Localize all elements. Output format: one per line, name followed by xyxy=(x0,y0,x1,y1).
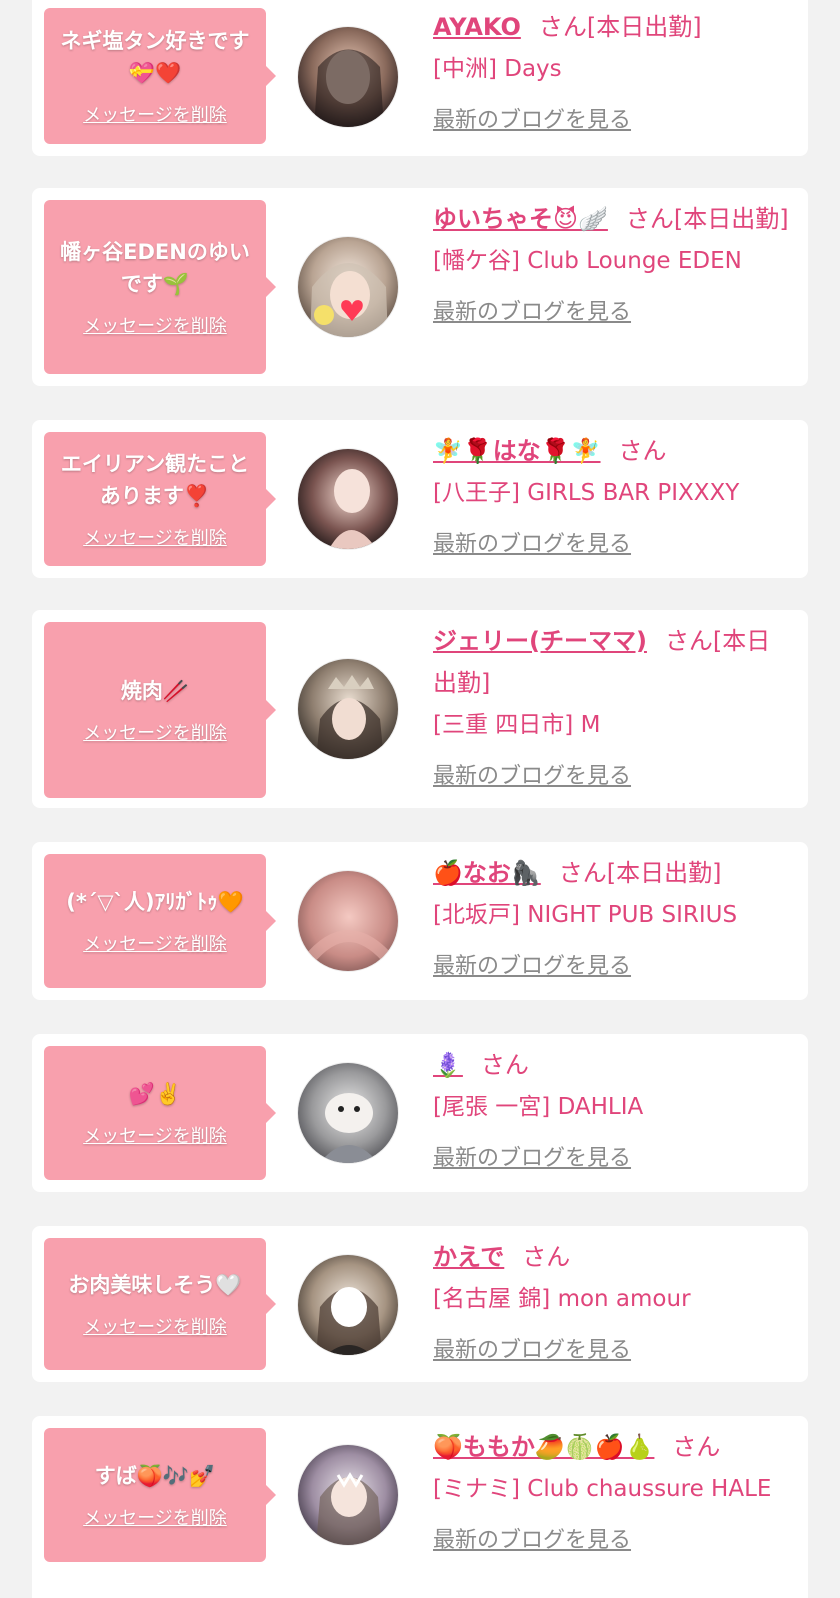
cast-name-link[interactable]: 🍎なお🦍 xyxy=(433,859,541,887)
shop-name: [八王子] GIRLS BAR PIXXXY xyxy=(433,480,740,506)
shop-name: [ミナミ] Club chaussure HALE xyxy=(433,1476,772,1502)
latest-blog-link[interactable]: 最新のブログを見る xyxy=(433,948,631,980)
avatar[interactable] xyxy=(297,1254,399,1356)
avatar[interactable] xyxy=(297,26,399,128)
latest-blog-link[interactable]: 最新のブログを見る xyxy=(433,1522,631,1554)
delete-message-link[interactable]: メッセージを削除 xyxy=(83,930,227,956)
shop-name: [幡ケ谷] Club Lounge EDEN xyxy=(433,248,742,274)
message-text: エイリアン観たことあります❣️ xyxy=(60,452,250,508)
message-card: すば🍑🎶💅 メッセージを削除 🍑ももか🥭🍈🍎🍐 さん [ミナミ] Club cha… xyxy=(32,1416,808,1598)
shop-name: [中洲] Days xyxy=(433,56,562,82)
message-text: 焼肉🥢 xyxy=(120,679,190,703)
latest-blog-link[interactable]: 最新のブログを見る xyxy=(433,102,631,134)
message-text: すば🍑🎶💅 xyxy=(94,1464,216,1488)
message-bubble: 💕✌️ メッセージを削除 xyxy=(44,1046,276,1180)
cast-status: さん[本日出勤] xyxy=(558,859,722,887)
message-card: エイリアン観たことあります❣️ メッセージを削除 🧚🌹はな🌹🧚 さん [八王子] … xyxy=(32,420,808,578)
cast-name-link[interactable]: 🧚🌹はな🌹🧚 xyxy=(433,437,601,465)
avatar[interactable] xyxy=(297,870,399,972)
latest-blog-link[interactable]: 最新のブログを見る xyxy=(433,1332,631,1364)
message-text: ネギ塩タン好きです💝❤️ xyxy=(60,29,250,85)
message-text: 幡ヶ谷EDENのゆいです🌱 xyxy=(60,240,250,296)
message-bubble: ネギ塩タン好きです💝❤️ メッセージを削除 xyxy=(44,8,276,144)
delete-message-link[interactable]: メッセージを削除 xyxy=(83,312,227,338)
shop-name: [三重 四日市] M xyxy=(433,712,601,738)
cast-status: さん[本日出勤] xyxy=(538,13,702,41)
cast-name-link[interactable]: 🍑ももか🥭🍈🍎🍐 xyxy=(433,1433,654,1461)
message-list: ネギ塩タン好きです💝❤️ メッセージを削除 AYAKO さん[本日出勤] [中洲]… xyxy=(0,0,840,1598)
delete-message-link[interactable]: メッセージを削除 xyxy=(83,1122,227,1148)
latest-blog-link[interactable]: 最新のブログを見る xyxy=(433,526,631,558)
delete-message-link[interactable]: メッセージを削除 xyxy=(83,101,227,127)
message-card: ネギ塩タン好きです💝❤️ メッセージを削除 AYAKO さん[本日出勤] [中洲]… xyxy=(32,0,808,156)
message-card: 幡ヶ谷EDENのゆいです🌱 メッセージを削除 ゆいちゃそ😈🪽 さん[本日出勤] [… xyxy=(32,188,808,386)
cast-status: さん xyxy=(480,1051,529,1079)
delete-message-link[interactable]: メッセージを削除 xyxy=(83,719,227,745)
avatar[interactable] xyxy=(297,1444,399,1546)
latest-blog-link[interactable]: 最新のブログを見る xyxy=(433,1140,631,1172)
cast-status: さん[本日出勤] xyxy=(625,205,789,233)
cast-name-link[interactable]: ジェリー(チーママ) xyxy=(433,627,647,655)
cast-name-link[interactable]: かえで xyxy=(433,1243,504,1271)
message-text: 💕✌️ xyxy=(128,1082,182,1106)
message-card: (*ˊ▽ˋ人)ｱﾘｶﾞﾄｩ🧡 メッセージを削除 🍎なお🦍 さん[本日出勤] [北坂… xyxy=(32,842,808,1000)
message-card: 💕✌️ メッセージを削除 🪻 さん [尾張 一宮] DAHLIA 最新のブログを見… xyxy=(32,1034,808,1192)
avatar[interactable] xyxy=(297,448,399,550)
shop-name: [尾張 一宮] DAHLIA xyxy=(433,1094,644,1120)
message-bubble: すば🍑🎶💅 メッセージを削除 xyxy=(44,1428,276,1562)
message-bubble: エイリアン観たことあります❣️ メッセージを削除 xyxy=(44,432,276,566)
cast-name-link[interactable]: AYAKO xyxy=(433,13,521,41)
message-bubble: 焼肉🥢 メッセージを削除 xyxy=(44,622,276,798)
cast-status: さん xyxy=(672,1433,721,1461)
avatar[interactable] xyxy=(297,1062,399,1164)
cast-name-link[interactable]: 🪻 xyxy=(433,1051,463,1079)
message-text: お肉美味しそう🤍 xyxy=(68,1273,242,1297)
cast-status: さん xyxy=(618,437,667,465)
cast-name-link[interactable]: ゆいちゃそ😈🪽 xyxy=(433,205,608,233)
delete-message-link[interactable]: メッセージを削除 xyxy=(83,524,227,550)
cast-status: さん xyxy=(522,1243,571,1271)
latest-blog-link[interactable]: 最新のブログを見る xyxy=(433,294,631,326)
delete-message-link[interactable]: メッセージを削除 xyxy=(83,1313,227,1339)
message-bubble: 幡ヶ谷EDENのゆいです🌱 メッセージを削除 xyxy=(44,200,276,374)
avatar[interactable] xyxy=(297,236,399,338)
message-card: お肉美味しそう🤍 メッセージを削除 かえで さん [名古屋 錦] mon amou… xyxy=(32,1226,808,1382)
message-text: (*ˊ▽ˋ人)ｱﾘｶﾞﾄｩ🧡 xyxy=(66,890,244,914)
message-bubble: (*ˊ▽ˋ人)ｱﾘｶﾞﾄｩ🧡 メッセージを削除 xyxy=(44,854,276,988)
message-bubble: お肉美味しそう🤍 メッセージを削除 xyxy=(44,1238,276,1370)
message-card: 焼肉🥢 メッセージを削除 ジェリー(チーママ) さん[本日出勤] [三重 四日市]… xyxy=(32,610,808,808)
latest-blog-link[interactable]: 最新のブログを見る xyxy=(433,758,631,790)
shop-name: [名古屋 錦] mon amour xyxy=(433,1286,691,1312)
delete-message-link[interactable]: メッセージを削除 xyxy=(83,1504,227,1530)
avatar[interactable] xyxy=(297,658,399,760)
shop-name: [北坂戸] NIGHT PUB SIRIUS xyxy=(433,902,738,928)
